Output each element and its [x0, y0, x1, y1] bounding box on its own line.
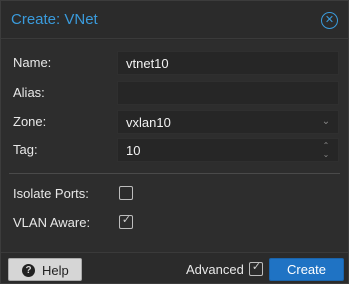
- create-vnet-dialog: Create: VNet ✕ Name: vtnet10 Alias: Zone…: [0, 0, 349, 284]
- dialog-body: Name: vtnet10 Alias: Zone: vxlan10 ⌄ Tag…: [1, 40, 348, 252]
- advanced-checkbox[interactable]: ✓: [249, 261, 263, 276]
- check-icon: ✓: [121, 214, 132, 226]
- chevron-down-icon[interactable]: ⌄: [320, 115, 332, 129]
- help-button[interactable]: ? Help: [8, 258, 82, 281]
- section-divider: [9, 173, 340, 174]
- isolate-ports-checkbox[interactable]: [119, 186, 133, 200]
- close-icon[interactable]: ✕: [321, 12, 338, 29]
- name-label: Name:: [13, 55, 52, 70]
- vlan-aware-row: VLAN Aware: ✓: [1, 211, 348, 235]
- advanced-label: Advanced: [186, 262, 244, 277]
- spinner-icon[interactable]: ⌃ ⌄: [320, 141, 332, 159]
- zone-value: vxlan10: [126, 115, 171, 130]
- vlan-aware-checkbox[interactable]: ✓: [119, 214, 133, 229]
- tag-row: Tag: 10 ⌃ ⌄: [1, 138, 348, 162]
- name-row: Name: vtnet10: [1, 51, 348, 75]
- zone-select[interactable]: vxlan10 ⌄: [117, 110, 339, 134]
- question-circle-icon: ?: [22, 264, 35, 277]
- dialog-title: Create: VNet: [11, 11, 98, 28]
- tag-label: Tag:: [13, 142, 38, 157]
- vlan-aware-label: VLAN Aware:: [13, 215, 91, 230]
- alias-row: Alias:: [1, 81, 348, 105]
- alias-field[interactable]: [117, 81, 339, 105]
- dialog-titlebar: Create: VNet ✕: [1, 1, 348, 39]
- tag-stepper[interactable]: 10 ⌃ ⌄: [117, 138, 339, 162]
- name-field[interactable]: vtnet10: [117, 51, 339, 75]
- isolate-ports-label: Isolate Ports:: [13, 186, 89, 201]
- dialog-footer: ? Help Advanced ✓ Create: [1, 252, 348, 283]
- help-button-label: Help: [42, 263, 69, 278]
- spinner-up-icon[interactable]: ⌃: [320, 141, 332, 150]
- spinner-down-icon[interactable]: ⌄: [320, 150, 332, 159]
- isolate-ports-row: Isolate Ports:: [1, 182, 348, 206]
- zone-label: Zone:: [13, 114, 47, 129]
- alias-label: Alias:: [13, 85, 45, 100]
- zone-row: Zone: vxlan10 ⌄: [1, 110, 348, 134]
- tag-value: 10: [126, 143, 141, 158]
- create-button[interactable]: Create: [269, 258, 344, 281]
- check-icon: ✓: [251, 261, 262, 273]
